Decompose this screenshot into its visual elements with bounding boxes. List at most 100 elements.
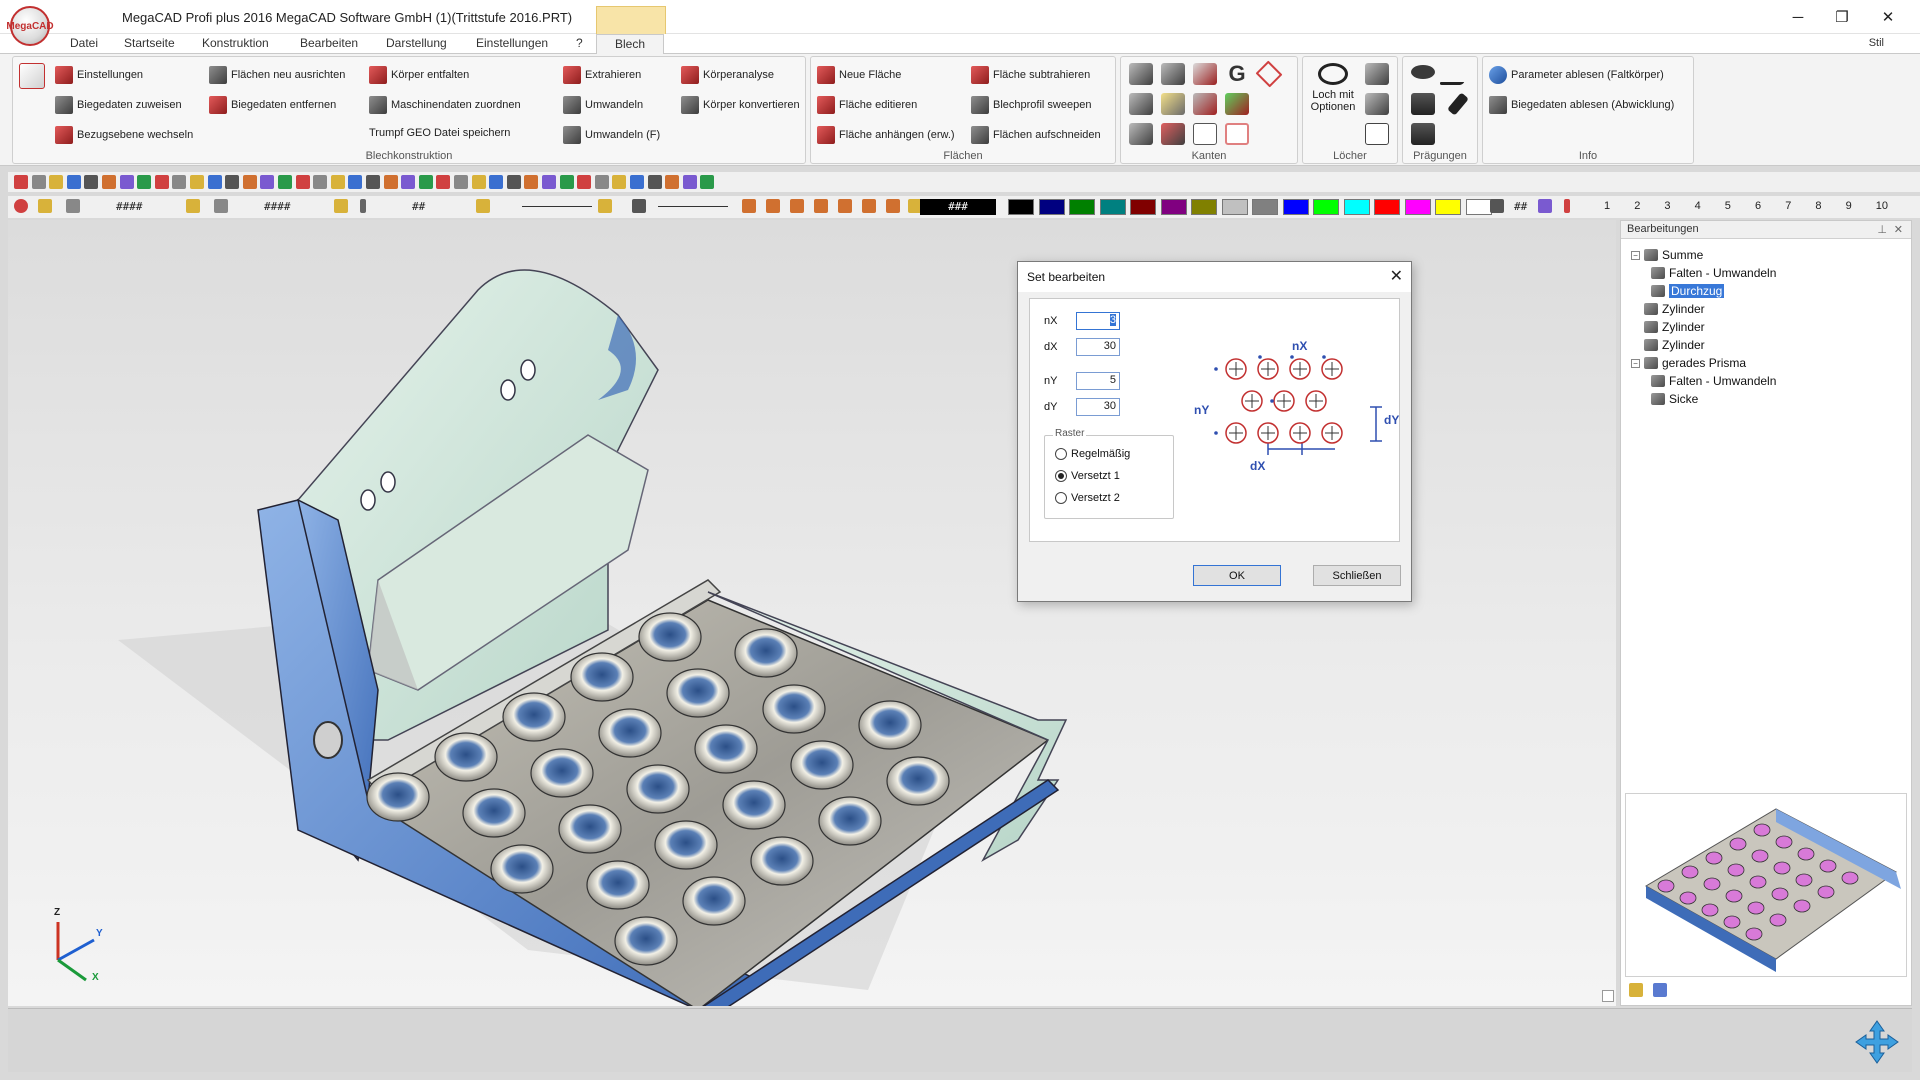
toolbar-tool-icon[interactable]: [260, 175, 275, 189]
flaeche-subtrahieren-button[interactable]: Fläche subtrahieren: [971, 65, 1090, 85]
pin-icon[interactable]: ⊥: [1877, 223, 1887, 236]
flaeche-editieren-button[interactable]: Fläche editieren: [817, 95, 917, 115]
layer-number[interactable]: 6: [1755, 200, 1761, 212]
umwandeln-button[interactable]: Umwandeln: [563, 95, 643, 115]
edge-red-icon[interactable]: [1161, 123, 1185, 145]
dimple-icon[interactable]: [1411, 123, 1435, 145]
zoom-prev-icon[interactable]: [838, 199, 852, 213]
tab-help[interactable]: ?: [572, 36, 587, 50]
tree-item[interactable]: − gerades Prisma: [1631, 355, 1746, 371]
toolbar-tool-icon[interactable]: [366, 175, 380, 189]
maschinendaten-zuordnen-button[interactable]: Maschinendaten zuordnen: [369, 95, 521, 115]
toolbar-tool-icon[interactable]: [154, 175, 169, 189]
toolbar-tool-icon[interactable]: [454, 175, 468, 189]
radio-versetzt-2[interactable]: Versetzt 2: [1055, 492, 1120, 504]
toolbar-tool-icon[interactable]: [31, 175, 46, 189]
layer-number[interactable]: 5: [1725, 200, 1731, 212]
toolbar-tool-icon[interactable]: [647, 175, 662, 189]
layer-number[interactable]: 10: [1876, 200, 1888, 212]
toolbar-tool-icon[interactable]: [14, 175, 28, 189]
flaechen-aufschneiden-button[interactable]: Flächen aufschneiden: [971, 125, 1101, 145]
color-swatch[interactable]: [1221, 199, 1248, 215]
zoom-in-icon[interactable]: [742, 199, 756, 213]
color-swatch[interactable]: [1038, 199, 1065, 215]
toolbar-tool-icon[interactable]: [295, 175, 310, 189]
tab-darstellung[interactable]: Darstellung: [382, 36, 451, 50]
panel-close-icon[interactable]: ✕: [1894, 223, 1903, 236]
toolbar-tool-icon[interactable]: [630, 175, 644, 189]
zoom-out-icon[interactable]: [766, 199, 780, 213]
color-swatch[interactable]: [1008, 199, 1034, 215]
layer-number[interactable]: 3: [1664, 200, 1670, 212]
color-swatch[interactable]: [1282, 199, 1309, 215]
toolbar-tool-icon[interactable]: [207, 175, 222, 189]
umwandeln-f-button[interactable]: Umwandeln (F): [563, 125, 660, 145]
flaeche-anhaengen-button[interactable]: Fläche anhängen (erw.): [817, 125, 955, 145]
tree-item[interactable]: Falten - Umwandeln: [1651, 265, 1776, 281]
loch-mit-optionen-button[interactable]: Loch mit Optionen: [1307, 61, 1359, 123]
toolbar-tool-icon[interactable]: [330, 175, 345, 189]
tab-bearbeiten[interactable]: Bearbeiten: [296, 36, 362, 50]
viewport-corner-icon[interactable]: [1602, 990, 1614, 1002]
edge-flange-2-icon[interactable]: [1161, 63, 1185, 85]
color-swatch[interactable]: [1252, 199, 1278, 215]
toolbar-tool-icon[interactable]: [119, 175, 134, 189]
schliessen-button[interactable]: Schließen: [1313, 565, 1401, 586]
tree-item[interactable]: − Summe: [1631, 247, 1703, 263]
tree-item[interactable]: Zylinder: [1631, 337, 1705, 353]
tree-expander-icon[interactable]: −: [1631, 250, 1640, 260]
navigation-cross-icon[interactable]: [1854, 1019, 1900, 1065]
color-swatch[interactable]: [1404, 199, 1431, 215]
palette-icon[interactable]: [1490, 199, 1504, 213]
toolbar-tool-icon[interactable]: [436, 175, 451, 189]
tree-item[interactable]: Sicke: [1651, 391, 1698, 407]
stil-dropdown[interactable]: Stil: [1869, 37, 1884, 49]
toolbar-tool-icon[interactable]: [559, 175, 574, 189]
app-logo[interactable]: MegaCAD: [6, 6, 54, 46]
toolbar-tool-icon[interactable]: [278, 175, 292, 189]
toolbar-tool-icon[interactable]: [84, 175, 99, 189]
layer-number[interactable]: 8: [1815, 200, 1821, 212]
toolbar-tool-icon[interactable]: [66, 175, 81, 189]
linewidth-field[interactable]: ####: [264, 200, 291, 213]
toolbar-tool-icon[interactable]: [242, 175, 257, 189]
preview-tab-icon[interactable]: [1629, 983, 1643, 997]
lock-icon[interactable]: [38, 199, 52, 213]
dy-field[interactable]: 30: [1076, 398, 1120, 416]
tab-datei[interactable]: Datei: [66, 36, 102, 50]
ny-field[interactable]: 5: [1076, 372, 1120, 390]
neue-flaeche-button[interactable]: Neue Fläche: [817, 65, 901, 85]
tab-konstruktion[interactable]: Konstruktion: [198, 36, 273, 50]
lock-3-icon[interactable]: [334, 199, 348, 213]
biegedaten-entfernen-button[interactable]: Biegedaten entfernen: [209, 95, 336, 115]
dialog-close-button[interactable]: ✕: [1390, 266, 1403, 286]
toolbar-tool-icon[interactable]: [700, 175, 715, 189]
toolbar-tool-icon[interactable]: [225, 175, 240, 189]
color-swatch[interactable]: [1465, 199, 1492, 215]
bezugsebene-wechseln-button[interactable]: Bezugsebene wechseln: [55, 125, 193, 145]
tree-item[interactable]: Zylinder: [1631, 319, 1705, 335]
layer-number[interactable]: 4: [1695, 200, 1701, 212]
flaechen-neu-ausrichten-button[interactable]: Flächen neu ausrichten: [209, 65, 345, 85]
hole-box-icon[interactable]: [1365, 93, 1389, 115]
emboss-icon[interactable]: [1411, 65, 1435, 79]
toolbar-tool-icon[interactable]: [577, 175, 592, 189]
layer-number[interactable]: 9: [1846, 200, 1852, 212]
zoom-all-icon[interactable]: [814, 199, 828, 213]
edge-corner-icon[interactable]: [1193, 63, 1217, 85]
toolbar-tool-icon[interactable]: [594, 175, 609, 189]
tab-blech[interactable]: Blech: [596, 34, 665, 55]
current-color-field[interactable]: ###: [920, 199, 996, 215]
toolbar-tool-icon[interactable]: [506, 175, 521, 189]
extrahieren-button[interactable]: Extrahieren: [563, 65, 641, 85]
lock-2-icon[interactable]: [186, 199, 200, 213]
tree-item[interactable]: Zylinder: [1631, 301, 1705, 317]
color-swatch[interactable]: [1099, 199, 1126, 215]
color-swatch[interactable]: [1130, 199, 1156, 215]
lock-4-icon[interactable]: [476, 199, 490, 213]
pen-icon[interactable]: [214, 199, 228, 213]
radio-versetzt-1-circle[interactable]: [1055, 470, 1067, 482]
restore-button[interactable]: ❐: [1820, 4, 1864, 30]
pan-icon[interactable]: [886, 199, 900, 213]
layer-number[interactable]: 2: [1634, 200, 1640, 212]
